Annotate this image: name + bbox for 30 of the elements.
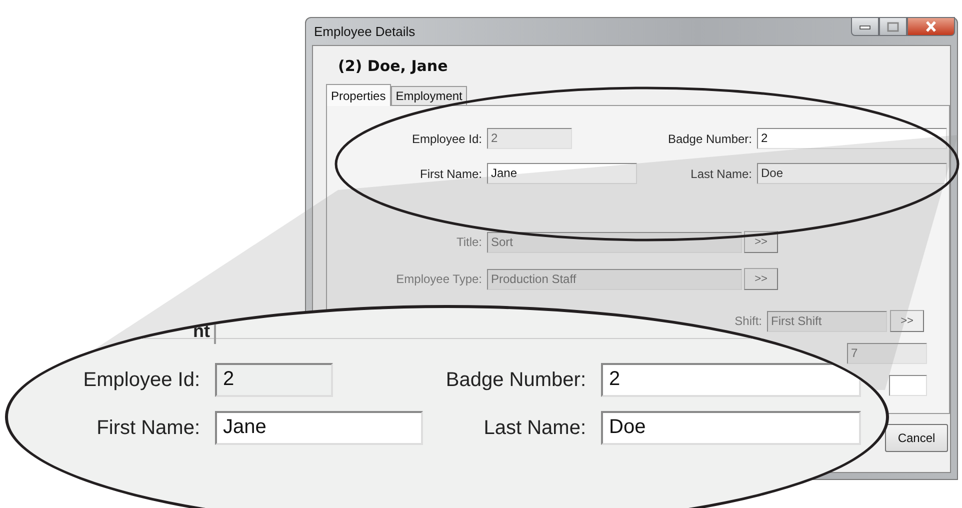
record-heading: (2) Doe, Jane	[338, 57, 449, 75]
tab[interactable]: Employment	[390, 86, 468, 105]
minimize-button[interactable]	[851, 17, 879, 36]
text-field[interactable]: 2	[601, 363, 861, 397]
field-label: Employee Id:	[410, 132, 482, 146]
close-icon	[925, 21, 937, 32]
text-field[interactable]: Jane	[215, 411, 423, 445]
text-field[interactable]: 2	[757, 128, 947, 149]
maximize-button[interactable]	[879, 17, 907, 36]
close-button[interactable]	[907, 17, 955, 36]
field-label: Last Name:	[482, 416, 586, 440]
field-label: First Name:	[96, 416, 200, 440]
text-field[interactable]: Doe	[757, 163, 947, 184]
text-field[interactable]	[889, 375, 927, 396]
field-label: Badge Number:	[444, 368, 586, 392]
tab[interactable]: Properties	[326, 84, 391, 106]
field-label: Badge Number:	[666, 132, 752, 146]
text-field[interactable]: Jane	[487, 163, 637, 184]
field-label: Shift:	[734, 314, 762, 328]
tab-label-fragment: nt	[193, 318, 216, 344]
field-label: Employee Id:	[82, 368, 200, 392]
cancel-button[interactable]: Cancel	[885, 424, 948, 452]
text-field[interactable]: Doe	[601, 411, 861, 445]
field-label: Last Name:	[690, 166, 752, 180]
minimize-icon	[859, 24, 871, 30]
field-label: Employee Type:	[395, 272, 482, 286]
field-label: First Name:	[418, 166, 482, 180]
maximize-icon	[887, 22, 899, 32]
window-title: Employee Details	[314, 24, 416, 39]
field-label: Title:	[455, 235, 482, 249]
